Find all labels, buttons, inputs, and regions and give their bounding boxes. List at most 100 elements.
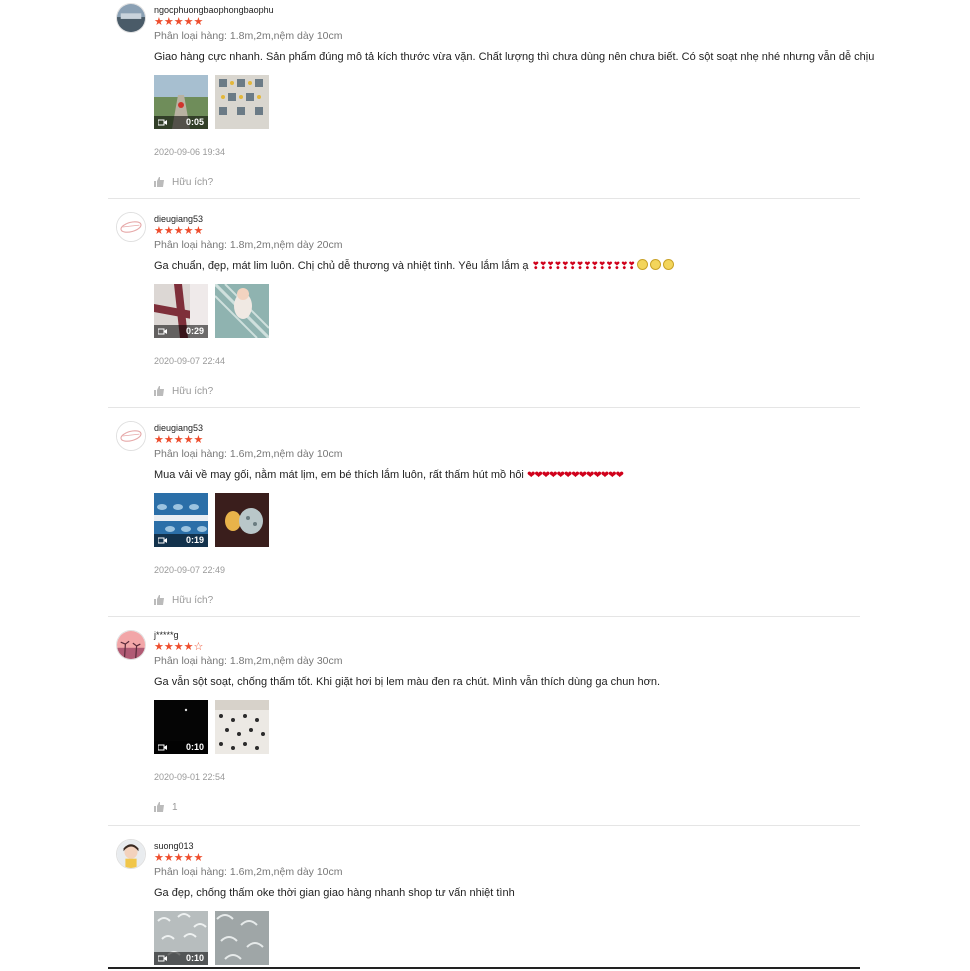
video-duration: 0:10: [185, 742, 204, 752]
media-list: 0:10: [154, 700, 860, 754]
video-bar: 0:05: [154, 116, 208, 129]
image-thumbnail[interactable]: [215, 75, 269, 129]
image-thumbnail[interactable]: [215, 911, 269, 965]
video-thumbnail[interactable]: 0:10: [154, 911, 208, 965]
helpful-label: Hữu ích?: [172, 594, 214, 606]
helpful-button[interactable]: 1: [154, 800, 234, 814]
heart-emojis: ❣❣❣❣❣❣❣❣❣❣❣❣❣❣: [531, 261, 636, 272]
review-timestamp: 2020-09-07 22:49: [154, 565, 226, 575]
star-filled-icon: ★: [154, 16, 164, 28]
review-timestamp: 2020-09-06 19:34: [154, 147, 226, 157]
star-filled-icon: ★: [183, 434, 194, 446]
star-filled-icon: ★: [193, 434, 204, 446]
avatar[interactable]: [116, 839, 146, 869]
comment-text: Ga vẫn sột soạt, chống thấm tốt. Khi giặ…: [154, 676, 661, 688]
video-thumbnail[interactable]: 0:05: [154, 75, 208, 129]
video-bar: 0:10: [154, 952, 208, 965]
review-comment: Giao hàng cực nhanh. Sản phẩm đúng mô tả…: [154, 50, 874, 64]
video-camera-icon: [158, 955, 167, 962]
video-duration: 0:19: [185, 535, 204, 545]
review-timestamp: 2020-09-07 22:44: [154, 356, 226, 366]
video-thumbnail[interactable]: 0:10: [154, 700, 208, 754]
avatar[interactable]: [116, 630, 146, 660]
media-list: 0:10: [154, 911, 860, 965]
thumbs-up-icon: [154, 802, 164, 812]
video-camera-icon: [158, 537, 167, 544]
video-camera-icon: [158, 119, 167, 126]
review-item: suong013 ★★★★★ Phân loại hàng: 1.6m,2m,n…: [108, 826, 860, 971]
star-filled-icon: ★: [163, 852, 174, 864]
star-filled-icon: ★: [193, 225, 204, 237]
star-filled-icon: ★: [154, 225, 164, 237]
username[interactable]: ngocphuongbaophongbaophu: [154, 0, 860, 16]
star-filled-icon: ★: [154, 852, 164, 864]
comment-text: Ga chuẩn, đẹp, mát lim luôn. Chị chủ dễ …: [154, 260, 529, 272]
helpful-count: 1: [172, 801, 178, 813]
helpful-label: Hữu ích?: [172, 176, 214, 188]
star-filled-icon: ★: [173, 434, 184, 446]
username[interactable]: dieugiang53: [154, 418, 860, 434]
star-filled-icon: ★: [193, 16, 204, 28]
review-comment: Ga vẫn sột soạt, chống thấm tốt. Khi giặ…: [154, 675, 860, 689]
video-camera-icon: [158, 328, 167, 335]
comment-text: Mua vải về may gối, nằm mát lịm, em bé t…: [154, 469, 524, 481]
review-item: dieugiang53 ★★★★★ Phân loại hàng: 1.8m,2…: [108, 199, 860, 408]
star-filled-icon: ★: [173, 16, 184, 28]
username[interactable]: dieugiang53: [154, 209, 860, 225]
rating-stars: ★★★★☆: [154, 641, 860, 653]
variant-label: Phân loại hàng: 1.6m,2m,nệm dày 10cm: [154, 866, 343, 878]
comment-text: Giao hàng cực nhanh. Sản phẩm đúng mô tả…: [154, 51, 875, 63]
star-filled-icon: ★: [173, 641, 184, 653]
thumbs-up-icon: [154, 386, 164, 396]
star-filled-icon: ★: [183, 16, 194, 28]
helpful-button[interactable]: Hữu ích?: [154, 593, 234, 607]
avatar[interactable]: [116, 421, 146, 451]
video-bar: 0:10: [154, 741, 208, 754]
variant-label: Phân loại hàng: 1.8m,2m,nệm dày 20cm: [154, 239, 343, 251]
image-thumbnail[interactable]: [215, 284, 269, 338]
variant-label: Phân loại hàng: 1.6m,2m,nệm dày 10cm: [154, 448, 343, 460]
review-item: ngocphuongbaophongbaophu ★★★★★ Phân loại…: [108, 0, 874, 199]
image-thumbnail[interactable]: [215, 493, 269, 547]
star-filled-icon: ★: [163, 641, 174, 653]
variant-label: Phân loại hàng: 1.8m,2m,nệm dày 30cm: [154, 655, 343, 667]
media-list: 0:05: [154, 75, 860, 129]
video-thumbnail[interactable]: 0:29: [154, 284, 208, 338]
star-filled-icon: ★: [183, 225, 194, 237]
star-filled-icon: ★: [163, 225, 174, 237]
star-filled-icon: ★: [163, 434, 174, 446]
avatar[interactable]: [116, 212, 146, 242]
star-filled-icon: ★: [183, 641, 194, 653]
heart-emojis: ❤❤❤❤❤❤❤❤❤❤❤❤❤: [526, 470, 624, 481]
video-thumbnail[interactable]: 0:19: [154, 493, 208, 547]
review-item: j*****g ★★★★☆ Phân loại hàng: 1.8m,2m,nệ…: [108, 617, 860, 826]
star-empty-icon: ☆: [193, 641, 204, 653]
review-item: dieugiang53 ★★★★★ Phân loại hàng: 1.6m,2…: [108, 408, 860, 617]
smile-emoji-icon: [649, 259, 661, 270]
smile-emoji-icon: [636, 259, 648, 270]
video-duration: 0:29: [185, 326, 204, 336]
star-filled-icon: ★: [154, 434, 164, 446]
smile-emoji-icon: [662, 259, 674, 270]
video-bar: 0:29: [154, 325, 208, 338]
media-list: 0:19: [154, 493, 860, 547]
variant-label: Phân loại hàng: 1.8m,2m,nệm dày 10cm: [154, 30, 343, 42]
review-timestamp: 2020-09-01 22:54: [154, 772, 226, 782]
username[interactable]: j*****g: [154, 625, 860, 641]
avatar[interactable]: [116, 3, 146, 33]
helpful-button[interactable]: Hữu ích?: [154, 175, 234, 189]
review-comment: Ga chuẩn, đẹp, mát lim luôn. Chị chủ dễ …: [154, 259, 860, 273]
video-camera-icon: [158, 744, 167, 751]
helpful-label: Hữu ích?: [172, 385, 214, 397]
star-filled-icon: ★: [154, 641, 164, 653]
star-filled-icon: ★: [173, 852, 184, 864]
review-list: ngocphuongbaophongbaophu ★★★★★ Phân loại…: [108, 0, 874, 971]
star-filled-icon: ★: [173, 225, 184, 237]
review-comment: Ga đẹp, chống thấm oke thời gian giao hà…: [154, 886, 860, 900]
bottom-divider: [108, 967, 860, 969]
thumbs-up-icon: [154, 177, 164, 187]
username[interactable]: suong013: [154, 836, 860, 852]
helpful-button[interactable]: Hữu ích?: [154, 384, 234, 398]
image-thumbnail[interactable]: [215, 700, 269, 754]
thumbs-up-icon: [154, 595, 164, 605]
